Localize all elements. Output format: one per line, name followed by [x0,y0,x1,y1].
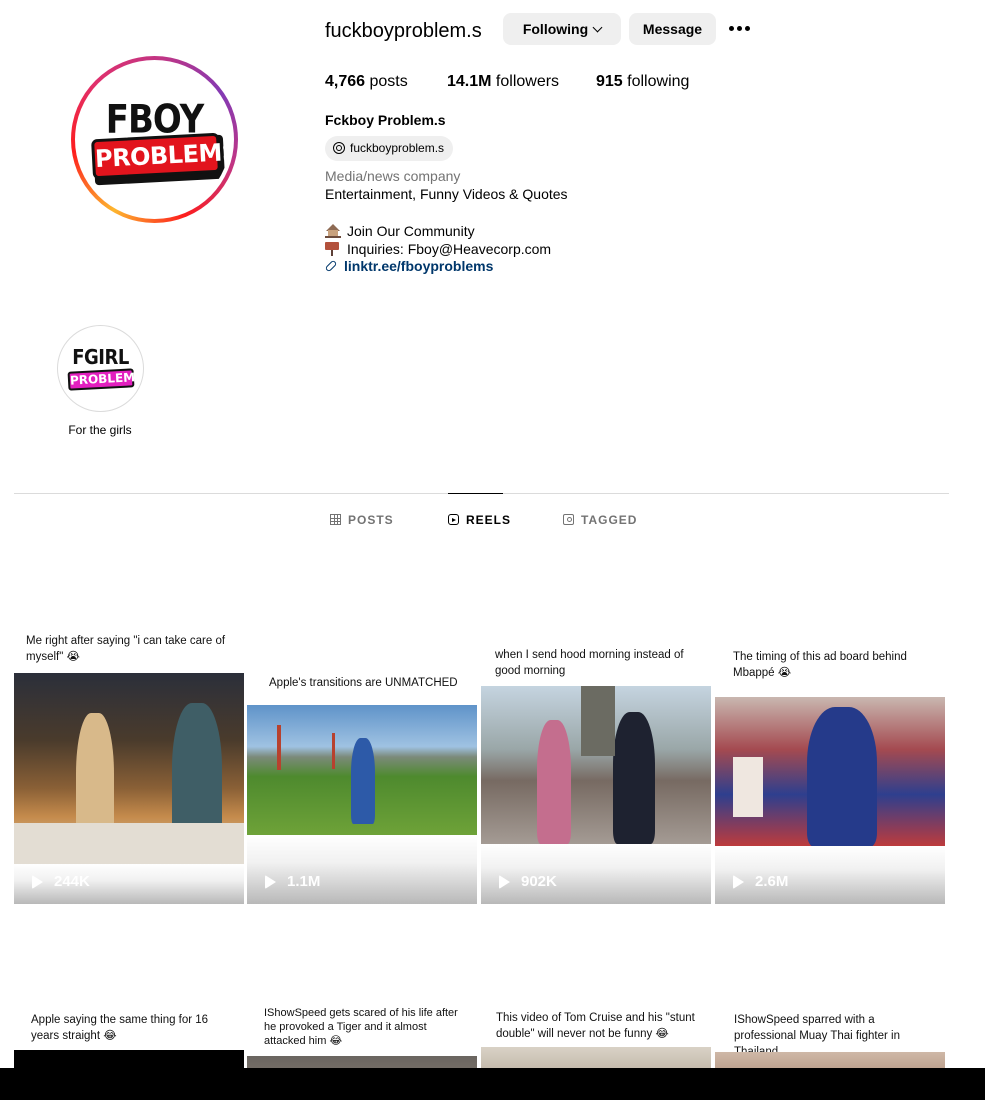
reel-tile[interactable]: The timing of this ad board behind Mbapp… [715,625,945,904]
reel-caption: The timing of this ad board behind Mbapp… [733,651,907,679]
reel-tile[interactable]: when I send hood morning instead of good… [481,625,711,904]
reel-views: 2.6M [733,873,788,890]
avatar-border: FBOY PROBLEMS [75,60,234,219]
reel-caption: This video of Tom Cruise and his "stunt … [496,1012,695,1040]
threads-icon [333,142,345,154]
highlight-cover: FGIRL PROBLEMS [61,329,140,408]
reel-caption: Apple's transitions are UNMATCHED [269,677,458,689]
highlight-logo-bottom: PROBLEMS [67,368,140,391]
reel-overlay [247,835,477,904]
house-icon [325,224,341,238]
threads-badge[interactable]: fuckboyproblem.s [325,136,454,161]
reel-views: 902K [499,873,557,890]
reel-views: 244K [32,873,90,890]
reel-thumbnail [14,673,244,865]
highlight-for-the-girls[interactable]: FGIRL PROBLEMS [57,325,144,412]
chevron-down-icon [592,22,603,33]
figure-shape [537,720,571,844]
link-icon [324,259,338,273]
figure-shape [613,712,655,844]
figure-shape [807,707,877,847]
profile-username: fuckboyproblem.s [325,20,482,42]
highlight-label: For the girls [68,423,132,437]
reel-views: 1.1M [265,873,320,890]
profile-avatar[interactable]: FBOY PROBLEMS [71,56,238,223]
avatar-logo: FBOY PROBLEMS [79,64,230,215]
following-count[interactable]: 915 following [596,73,689,91]
statue-shape [581,686,615,756]
reel-thumbnail [715,697,945,847]
play-icon [499,874,510,889]
tab-tagged[interactable]: TAGGED [563,494,637,546]
play-icon [32,874,43,889]
bridge-tower [277,725,281,770]
profile-link[interactable]: linktr.ee/fboyproblems [324,258,493,274]
bridge-tower [332,733,335,769]
tab-reels[interactable]: REELS [448,493,510,545]
figure-shape [351,738,375,824]
reel-caption: when I send hood morning instead of good… [495,649,684,677]
reel-caption: Apple saying the same thing for 16 years… [31,1014,209,1042]
reel-caption: Me right after saying "i can take care o… [26,635,226,663]
followers-count[interactable]: 14.1M followers [447,73,559,91]
ad-board-shape [733,757,763,817]
signpost-icon [325,242,341,256]
reels-icon [448,514,459,525]
posts-count: 4,766 posts [325,73,408,90]
highlight-logo-top: FGIRL [72,345,129,370]
play-icon [265,874,276,889]
profile-full-name: Fckboy Problem.s [325,112,446,128]
play-icon [733,874,744,889]
bottom-black-bar [0,1068,985,1100]
profile-category: Media/news company [325,168,461,184]
following-button-label: Following [522,21,589,37]
reel-caption: IShowSpeed gets scared of his life after… [264,1007,458,1047]
threads-handle: fuckboyproblem.s [350,141,445,155]
message-button[interactable]: Message [629,13,716,45]
grid-icon [330,514,341,525]
bio-line-inquiries: Inquiries: Fboy@Heavecorp.com [325,240,551,257]
reel-thumbnail [247,705,477,835]
reel-tile[interactable]: Apple's transitions are UNMATCHED 1.1M [247,625,477,904]
tab-posts[interactable]: POSTS [330,494,394,546]
terrace-shape [14,823,244,865]
reel-thumbnail [481,686,711,844]
bio-line-community: Join Our Community [325,222,475,239]
following-button[interactable]: Following [503,13,621,45]
avatar-logo-bottom: PROBLEMS [91,132,230,180]
more-options-icon[interactable] [727,18,755,40]
tag-icon [563,514,574,525]
reel-tile[interactable]: Me right after saying "i can take care o… [14,625,244,904]
bio-line-description: Entertainment, Funny Videos & Quotes [325,186,568,202]
